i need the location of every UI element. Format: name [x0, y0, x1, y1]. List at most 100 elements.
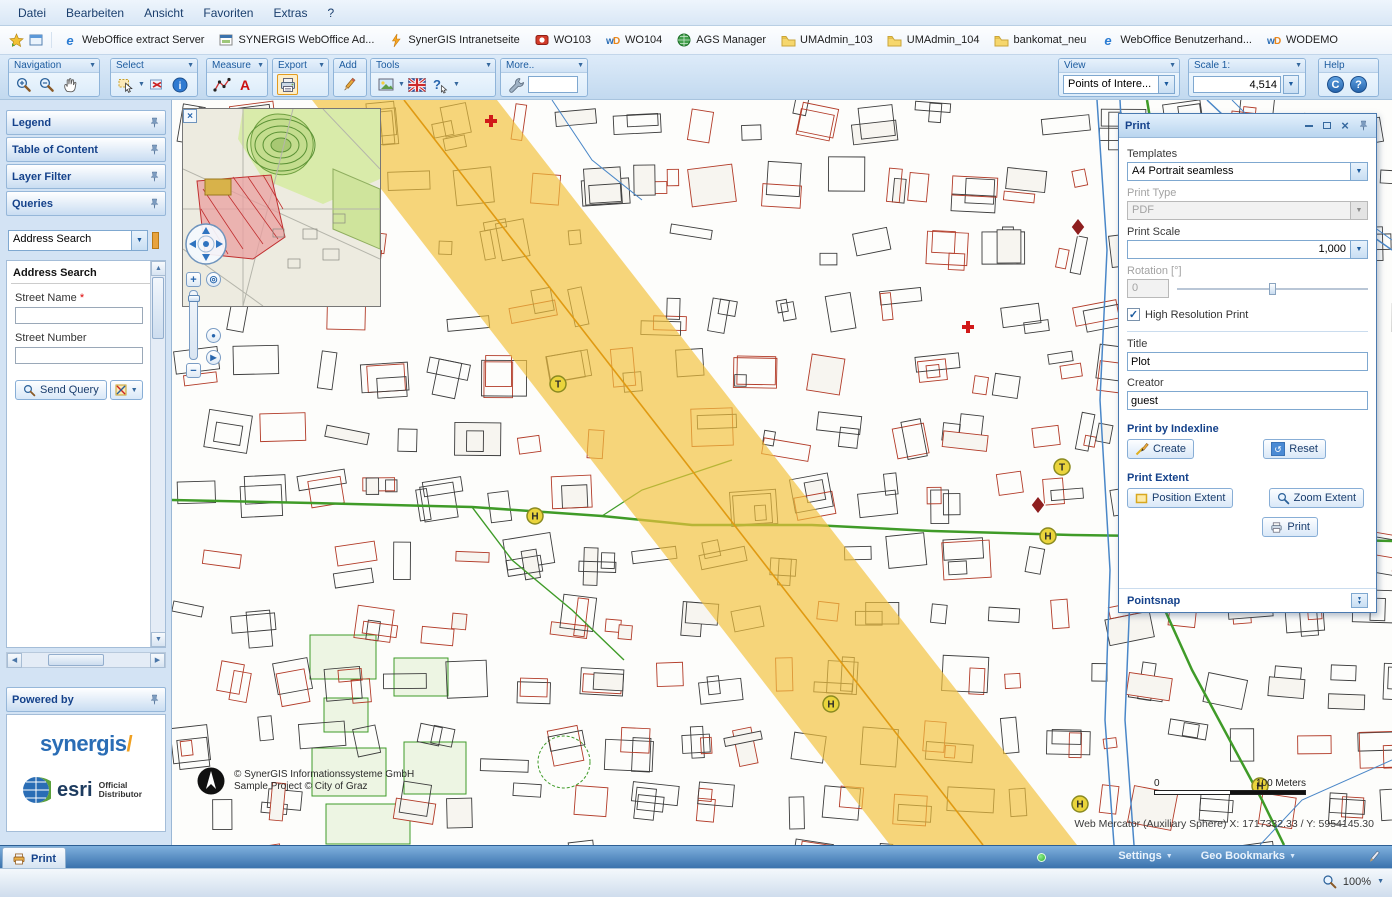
title-input[interactable]	[1127, 352, 1368, 371]
view-select-arrow[interactable]: ▼	[1158, 76, 1174, 93]
draw-tool[interactable]	[338, 74, 359, 95]
next-extent-button[interactable]: ▶	[206, 350, 221, 365]
create-button[interactable]: Create	[1127, 439, 1194, 459]
print-panel-tab[interactable]: Print	[2, 847, 66, 869]
sidebar-panel-layer-filter[interactable]: Layer Filter	[6, 164, 166, 189]
query-panel-handle[interactable]	[152, 232, 159, 249]
print-scale-select[interactable]: 1,000▼	[1127, 240, 1368, 259]
close-icon[interactable]: ×	[1338, 119, 1352, 133]
suggested-sites-icon[interactable]	[28, 32, 44, 48]
wrench-icon[interactable]	[505, 74, 526, 95]
group-menu-button[interactable]: ▼	[485, 62, 492, 69]
overview-close-button[interactable]: ×	[183, 109, 197, 123]
quick-search-input[interactable]	[528, 76, 578, 93]
templates-select[interactable]: A4 Portrait seamless▼	[1127, 162, 1368, 181]
street-name-input[interactable]	[15, 307, 143, 324]
clear-selection-tool[interactable]	[147, 74, 168, 95]
settings-menu[interactable]: Settings▼	[1118, 850, 1172, 862]
print-tool[interactable]	[277, 74, 298, 95]
menu-extras[interactable]: Extras	[263, 3, 317, 23]
select-tool-dropdown[interactable]: ▼	[138, 81, 145, 88]
view-select[interactable]: Points of Intere...▼	[1063, 75, 1175, 94]
group-menu-button[interactable]: ▼	[187, 62, 194, 69]
language-flag-icon[interactable]	[407, 74, 428, 95]
sidebar-panel-queries[interactable]: Queries	[6, 191, 166, 216]
zoom-dropdown-button[interactable]: ▼	[1377, 878, 1384, 885]
query-select-arrow[interactable]: ▼	[131, 231, 147, 250]
reset-button[interactable]: ↺ Reset	[1263, 439, 1326, 459]
rotation-slider-thumb[interactable]	[1269, 283, 1276, 295]
pin-icon[interactable]	[149, 198, 160, 209]
favorite-wo104[interactable]: wDWO104	[598, 29, 669, 51]
query-select[interactable]: Address Search ▼	[8, 230, 148, 251]
identify-tool[interactable]: i	[170, 74, 191, 95]
pan-tool[interactable]	[59, 74, 80, 95]
print-panel-header[interactable]: Print ×	[1119, 114, 1376, 138]
favorite-umadmin-103[interactable]: UMAdmin_103	[773, 29, 880, 51]
scrollbar-thumb[interactable]	[48, 654, 104, 666]
templates-arrow[interactable]: ▼	[1350, 163, 1367, 180]
group-menu-button[interactable]: ▼	[89, 62, 96, 69]
group-menu-button[interactable]: ▼	[318, 62, 325, 69]
vertical-scrollbar[interactable]: ▲ ▼	[150, 261, 165, 647]
query-options-dropdown[interactable]: ▼	[131, 387, 138, 394]
zoom-slider-thumb[interactable]	[188, 295, 200, 302]
creator-input[interactable]	[1127, 391, 1368, 410]
pin-icon[interactable]	[1356, 119, 1370, 133]
position-extent-button[interactable]: Position Extent	[1127, 488, 1233, 508]
menu-ansicht[interactable]: Ansicht	[134, 3, 193, 23]
image-tool-dropdown[interactable]: ▼	[398, 81, 405, 88]
zoom-extent-button[interactable]: Zoom Extent	[1269, 488, 1364, 508]
sidebar-panel-table-of-content[interactable]: Table of Content	[6, 137, 166, 162]
help-button[interactable]: ?	[1350, 76, 1367, 93]
pin-icon[interactable]	[149, 694, 160, 705]
scrollbar-thumb[interactable]	[152, 277, 164, 339]
menu-hilfe[interactable]: ?	[317, 3, 344, 23]
scroll-left-button[interactable]: ◀	[7, 653, 22, 668]
favorite-ags-manager[interactable]: AGS Manager	[669, 29, 773, 51]
edit-redline-icon[interactable]	[1366, 849, 1382, 865]
zoom-out-tool[interactable]	[36, 74, 57, 95]
restore-icon[interactable]	[1320, 119, 1334, 133]
scroll-down-button[interactable]: ▼	[151, 632, 166, 647]
scroll-up-button[interactable]: ▲	[151, 261, 166, 276]
sidebar-panel-powered-by[interactable]: Powered by	[6, 687, 166, 712]
group-menu-button[interactable]: ▼	[257, 62, 264, 69]
sidebar-panel-legend[interactable]: Legend	[6, 110, 166, 135]
group-menu-button[interactable]: ▼	[1295, 62, 1302, 69]
rotation-slider[interactable]	[1177, 282, 1368, 296]
help-cursor-tool[interactable]: ?	[430, 74, 451, 95]
minimize-icon[interactable]	[1302, 119, 1316, 133]
query-options-button[interactable]: ▼	[110, 380, 143, 400]
menu-bearbeiten[interactable]: Bearbeiten	[56, 3, 134, 23]
add-text-tool[interactable]: A	[234, 74, 255, 95]
pan-compass[interactable]	[184, 222, 228, 266]
favorite-synergis-weboffice-admin[interactable]: SYNERGIS WebOffice Ad...	[211, 29, 381, 51]
street-number-input[interactable]	[15, 347, 143, 364]
context-help-button[interactable]: C	[1327, 76, 1344, 93]
favorite-wodemo[interactable]: wDWODEMO	[1259, 29, 1345, 51]
pin-icon[interactable]	[149, 144, 160, 155]
help-cursor-dropdown[interactable]: ▼	[453, 81, 460, 88]
previous-extent-button[interactable]: ●	[206, 328, 221, 343]
group-menu-button[interactable]: ▼	[1169, 62, 1176, 69]
favorite-bankomat-neu[interactable]: bankomat_neu	[987, 29, 1094, 51]
print-button[interactable]: Print	[1262, 517, 1318, 537]
group-menu-button[interactable]: ▼	[577, 62, 584, 69]
favorite-weboffice-benutzerhandbuch[interactable]: eWebOffice Benutzerhand...	[1093, 29, 1259, 51]
zoom-in-button[interactable]: +	[186, 272, 201, 287]
favorite-weboffice-extract-server[interactable]: eWebOffice extract Server	[55, 29, 211, 51]
zoom-out-button[interactable]: −	[186, 363, 201, 378]
high-res-checkbox[interactable]: ✓	[1127, 308, 1140, 321]
measure-tool[interactable]	[211, 74, 232, 95]
pin-icon[interactable]	[149, 117, 160, 128]
zoom-slider[interactable]	[189, 290, 198, 360]
menu-favoriten[interactable]: Favoriten	[193, 3, 263, 23]
print-scale-arrow[interactable]: ▼	[1350, 241, 1367, 258]
favorite-wo103[interactable]: WO103	[527, 29, 598, 51]
geo-bookmarks-menu[interactable]: Geo Bookmarks▼	[1201, 850, 1296, 862]
scroll-right-button[interactable]: ▶	[150, 653, 165, 668]
pointsnap-expand-button[interactable]: ▼▼	[1351, 593, 1368, 608]
favorite-umadmin-104[interactable]: UMAdmin_104	[880, 29, 987, 51]
menu-datei[interactable]: Datei	[8, 3, 56, 23]
